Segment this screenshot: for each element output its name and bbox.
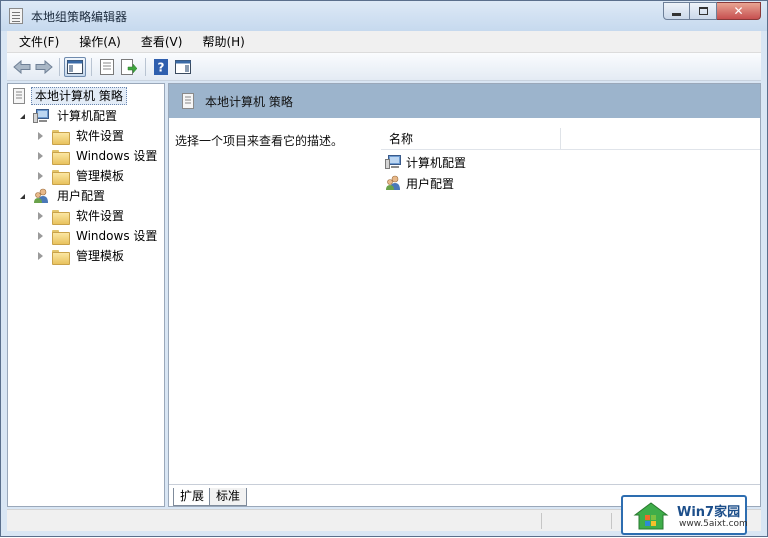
export-list-button[interactable] bbox=[118, 57, 140, 77]
tree-label: 软件设置 bbox=[76, 209, 125, 223]
minimize-icon bbox=[672, 12, 681, 16]
toolbar-separator bbox=[91, 58, 92, 76]
policy-document-icon bbox=[13, 88, 25, 104]
export-list-icon bbox=[121, 59, 137, 75]
menu-help[interactable]: 帮助(H) bbox=[190, 33, 252, 50]
tree-item-user-software[interactable]: 软件设置 bbox=[38, 207, 127, 225]
tree-label: 管理模板 bbox=[76, 169, 125, 183]
watermark-box: Win7家园 www.5aixt.com bbox=[621, 495, 748, 535]
tree-item-computer-software[interactable]: 软件设置 bbox=[38, 127, 127, 145]
watermark-title: Win7家园 bbox=[677, 505, 741, 520]
close-icon: ✕ bbox=[733, 4, 744, 18]
status-separator bbox=[541, 513, 542, 529]
computer-icon bbox=[385, 155, 401, 169]
list-item-label: 计算机配置 bbox=[406, 155, 467, 170]
tree-label: 用户配置 bbox=[57, 189, 106, 203]
house-logo-icon bbox=[633, 502, 669, 530]
collapsed-arrow-icon[interactable] bbox=[38, 132, 52, 140]
details-pane: 本地计算机 策略 选择一个项目来查看它的描述。 名称 计算机配置 用户配置 扩展… bbox=[168, 83, 761, 507]
computer-icon bbox=[33, 109, 49, 123]
folder-icon bbox=[52, 129, 70, 145]
list-header: 名称 bbox=[381, 128, 760, 150]
menu-view[interactable]: 查看(V) bbox=[129, 33, 191, 50]
menu-file[interactable]: 文件(F) bbox=[7, 33, 67, 50]
maximize-icon bbox=[698, 7, 708, 15]
column-header-name[interactable]: 名称 bbox=[381, 128, 561, 149]
description-text: 选择一个项目来查看它的描述。 bbox=[175, 134, 344, 148]
minimize-button[interactable] bbox=[663, 2, 690, 20]
folder-icon bbox=[52, 169, 70, 185]
details-header: 本地计算机 策略 bbox=[169, 84, 760, 118]
window-title: 本地组策略编辑器 bbox=[31, 10, 128, 24]
properties-button[interactable] bbox=[96, 57, 118, 77]
back-button[interactable] bbox=[11, 57, 33, 77]
collapsed-arrow-icon[interactable] bbox=[38, 212, 52, 220]
tree-item-computer-config[interactable]: 计算机配置 bbox=[20, 107, 120, 125]
tree-label: 软件设置 bbox=[76, 129, 125, 143]
show-hide-action-pane-icon bbox=[175, 60, 191, 74]
expanded-arrow-icon[interactable] bbox=[20, 193, 25, 199]
menu-bar: 文件(F) 操作(A) 查看(V) 帮助(H) bbox=[7, 31, 761, 53]
status-separator bbox=[611, 513, 612, 529]
console-tree: 本地计算机 策略 计算机配置 软件设置 Windows 设置 管理模板 用户配置… bbox=[7, 83, 165, 507]
watermark-url: www.5aixt.com bbox=[679, 519, 748, 529]
tree-item-user-admin[interactable]: 管理模板 bbox=[38, 247, 127, 265]
show-hide-console-tree-icon bbox=[67, 60, 83, 74]
forward-arrow-icon bbox=[35, 60, 53, 74]
tree-item-computer-windows[interactable]: Windows 设置 bbox=[38, 147, 160, 165]
toolbar-separator bbox=[59, 58, 60, 76]
tree-label: 本地计算机 策略 bbox=[31, 87, 127, 105]
folder-icon bbox=[52, 209, 70, 225]
expanded-arrow-icon[interactable] bbox=[20, 113, 25, 119]
tree-label: 计算机配置 bbox=[57, 109, 118, 123]
tab-standard[interactable]: 标准 bbox=[209, 488, 248, 506]
toolbar-separator bbox=[145, 58, 146, 76]
users-icon bbox=[386, 175, 400, 190]
list-item-label: 用户配置 bbox=[406, 176, 455, 191]
tree-item-user-config[interactable]: 用户配置 bbox=[20, 187, 108, 205]
tree-label: 管理模板 bbox=[76, 249, 125, 263]
close-button[interactable]: ✕ bbox=[717, 2, 761, 20]
menu-action[interactable]: 操作(A) bbox=[67, 33, 129, 50]
back-arrow-icon bbox=[13, 60, 31, 74]
show-hide-action-pane-button[interactable] bbox=[172, 57, 194, 77]
help-button[interactable]: ? bbox=[150, 57, 172, 77]
properties-icon bbox=[100, 59, 114, 75]
tree-item-user-windows[interactable]: Windows 设置 bbox=[38, 227, 160, 245]
users-icon bbox=[34, 188, 48, 203]
collapsed-arrow-icon[interactable] bbox=[38, 152, 52, 160]
collapsed-arrow-icon[interactable] bbox=[38, 252, 52, 260]
folder-icon bbox=[52, 249, 70, 265]
items-list: 名称 计算机配置 用户配置 bbox=[375, 118, 760, 482]
collapsed-arrow-icon[interactable] bbox=[38, 232, 52, 240]
tab-extended[interactable]: 扩展 bbox=[173, 488, 212, 506]
maximize-button[interactable] bbox=[690, 2, 717, 20]
title-bar[interactable]: 本地组策略编辑器 ✕ bbox=[1, 1, 767, 31]
toolbar: ? bbox=[7, 53, 761, 81]
tree-item-root[interactable]: 本地计算机 策略 bbox=[12, 87, 127, 105]
tree-item-computer-admin[interactable]: 管理模板 bbox=[38, 167, 127, 185]
help-icon: ? bbox=[154, 59, 168, 75]
svg-text:?: ? bbox=[158, 61, 165, 75]
list-item-user-config[interactable]: 用户配置 bbox=[385, 173, 454, 193]
tree-label: Windows 设置 bbox=[76, 149, 158, 163]
collapsed-arrow-icon[interactable] bbox=[38, 172, 52, 180]
details-title: 本地计算机 策略 bbox=[205, 95, 293, 109]
list-item-computer-config[interactable]: 计算机配置 bbox=[385, 152, 466, 172]
tree-label: Windows 设置 bbox=[76, 229, 158, 243]
app-window: 本地组策略编辑器 ✕ 文件(F) 操作(A) 查看(V) 帮助(H) ? 本地计… bbox=[0, 0, 768, 537]
show-hide-tree-button[interactable] bbox=[64, 57, 86, 77]
policy-document-icon bbox=[9, 8, 23, 24]
forward-button[interactable] bbox=[33, 57, 55, 77]
policy-document-icon bbox=[182, 93, 194, 109]
folder-icon bbox=[52, 229, 70, 245]
window-controls: ✕ bbox=[663, 2, 761, 20]
folder-icon bbox=[52, 149, 70, 165]
column-header-label: 名称 bbox=[389, 132, 414, 146]
watermark: Win7家园 www.5aixt.com bbox=[619, 495, 768, 538]
